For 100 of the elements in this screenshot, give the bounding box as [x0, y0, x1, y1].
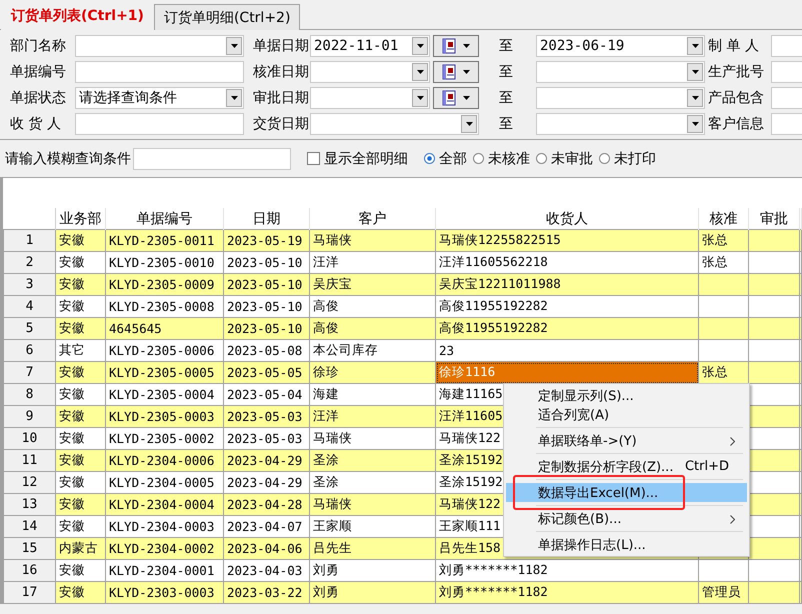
dropdown-arrow-icon: [463, 44, 470, 48]
date-field[interactable]: [310, 87, 430, 109]
row-number: 15: [4, 538, 56, 560]
dropdown-arrow-icon: [692, 70, 698, 74]
field-label: 部门名称: [10, 37, 67, 55]
search-field[interactable]: [133, 148, 291, 170]
date-field[interactable]: [536, 113, 705, 135]
dropdown-arrow-icon: [463, 96, 470, 100]
column-header[interactable]: 业务部: [56, 208, 106, 230]
row-number: 8: [4, 384, 56, 406]
menu-item[interactable]: 数据导出Excel(M)...: [506, 483, 747, 502]
row-number: 13: [4, 494, 56, 516]
table-cell: 2023-05-10: [224, 274, 310, 296]
field-label: 单据状态: [10, 89, 67, 107]
table-cell: 安徽: [56, 494, 106, 516]
range-label: 至: [498, 115, 514, 133]
row-number: 12: [4, 472, 56, 494]
field-label: 客户信息: [708, 115, 765, 133]
table-cell: 2023-04-29: [224, 450, 310, 472]
table-cell: 马瑞侠: [310, 494, 436, 516]
table-cell: 安徽: [56, 450, 106, 472]
dropdown-field[interactable]: 请选择查询条件: [75, 87, 244, 109]
dropdown-arrow-icon: [416, 44, 424, 48]
field-label: 交货日期: [253, 115, 307, 133]
table-cell: 安徽: [56, 582, 106, 604]
column-header[interactable]: 收货人: [436, 208, 698, 230]
table-cell: 张总: [698, 230, 748, 252]
radio-button[interactable]: 未打印: [599, 150, 656, 168]
table-cell: 安徽: [56, 362, 106, 384]
radio-button[interactable]: 全部: [424, 150, 467, 168]
input-field[interactable]: [771, 87, 802, 109]
date-field[interactable]: [536, 61, 705, 83]
input-field[interactable]: [75, 61, 244, 83]
calendar-button[interactable]: [433, 35, 479, 57]
row-number: 1: [4, 230, 56, 252]
calendar-button[interactable]: [433, 61, 479, 83]
calendar-icon: [442, 64, 456, 80]
table-cell: 安徽: [56, 318, 106, 340]
radio-button[interactable]: 未审批: [536, 150, 593, 168]
input-field[interactable]: [75, 113, 244, 135]
input-field[interactable]: [771, 113, 802, 135]
table-cell: KLYD-2304-0002: [106, 538, 224, 560]
row-number: 6: [4, 340, 56, 362]
row-number: 9: [4, 406, 56, 428]
chevron-right-icon: [730, 515, 735, 524]
calendar-icon: [442, 38, 456, 54]
table-cell: 马瑞侠: [310, 230, 436, 252]
dropdown-arrow-icon: [416, 96, 424, 100]
table-cell: KLYD-2305-0011: [106, 230, 224, 252]
dropdown-arrow-icon: [416, 70, 424, 74]
dropdown-field[interactable]: [75, 35, 244, 57]
row-number: 11: [4, 450, 56, 472]
table-cell: 4645645: [106, 318, 224, 340]
table-cell: KLYD-2304-0004: [106, 494, 224, 516]
dropdown-arrow-icon: [692, 122, 698, 126]
column-header[interactable]: 客户: [310, 208, 436, 230]
table-cell: 高俊11955192282: [436, 318, 698, 340]
date-field[interactable]: [310, 61, 430, 83]
field-label: 审批日期: [253, 89, 307, 107]
table-cell: KLYD-2304-0006: [106, 450, 224, 472]
date-field[interactable]: 2022-11-01: [310, 35, 430, 57]
date-field[interactable]: 2023-06-19: [536, 35, 705, 57]
table-cell: 刘勇: [310, 582, 436, 604]
table-cell: 安徽: [56, 274, 106, 296]
row-number: 14: [4, 516, 56, 538]
table-cell: 刘勇*******1182: [436, 582, 698, 604]
tab[interactable]: 订货单明细(Ctrl+2): [154, 4, 300, 30]
table-cell: 2023-05-10: [224, 318, 310, 340]
checkbox[interactable]: 显示全部明细: [307, 150, 408, 168]
field-label: 收 货 人: [10, 115, 62, 133]
table-cell: KLYD-2305-0009: [106, 274, 224, 296]
table-cell: 2023-04-28: [224, 494, 310, 516]
column-header[interactable]: 核准: [698, 208, 748, 230]
input-field[interactable]: [771, 35, 802, 57]
table-cell: KLYD-2305-0005: [106, 362, 224, 384]
field-label: 单据编号: [10, 63, 67, 81]
row-number: 5: [4, 318, 56, 340]
table-cell: 圣涂: [310, 450, 436, 472]
field-label: 核准日期: [253, 63, 307, 81]
input-field[interactable]: [771, 61, 802, 83]
table-cell: 徐珍: [310, 362, 436, 384]
row-number: 7: [4, 362, 56, 384]
column-header[interactable]: 日期: [224, 208, 310, 230]
column-header[interactable]: 单据编号: [106, 208, 224, 230]
table-cell: 管理员: [698, 582, 748, 604]
table-cell: 2023-05-03: [224, 406, 310, 428]
dropdown-arrow-icon: [230, 96, 238, 100]
table-cell: 2023-03-22: [224, 582, 310, 604]
dropdown-arrow-icon: [466, 122, 472, 126]
table-cell: KLYD-2305-0003: [106, 406, 224, 428]
date-field[interactable]: [536, 87, 705, 109]
date-field[interactable]: [310, 113, 479, 135]
field-label: 产品包含: [708, 89, 765, 107]
range-label: 至: [498, 63, 514, 81]
radio-button[interactable]: 未核准: [473, 150, 530, 168]
column-header[interactable]: 审批: [748, 208, 800, 230]
calendar-button[interactable]: [433, 87, 479, 109]
table-cell: 吴庆宝12211011988: [436, 274, 698, 296]
table-cell: 2023-05-19: [224, 230, 310, 252]
range-label: 至: [498, 89, 514, 107]
